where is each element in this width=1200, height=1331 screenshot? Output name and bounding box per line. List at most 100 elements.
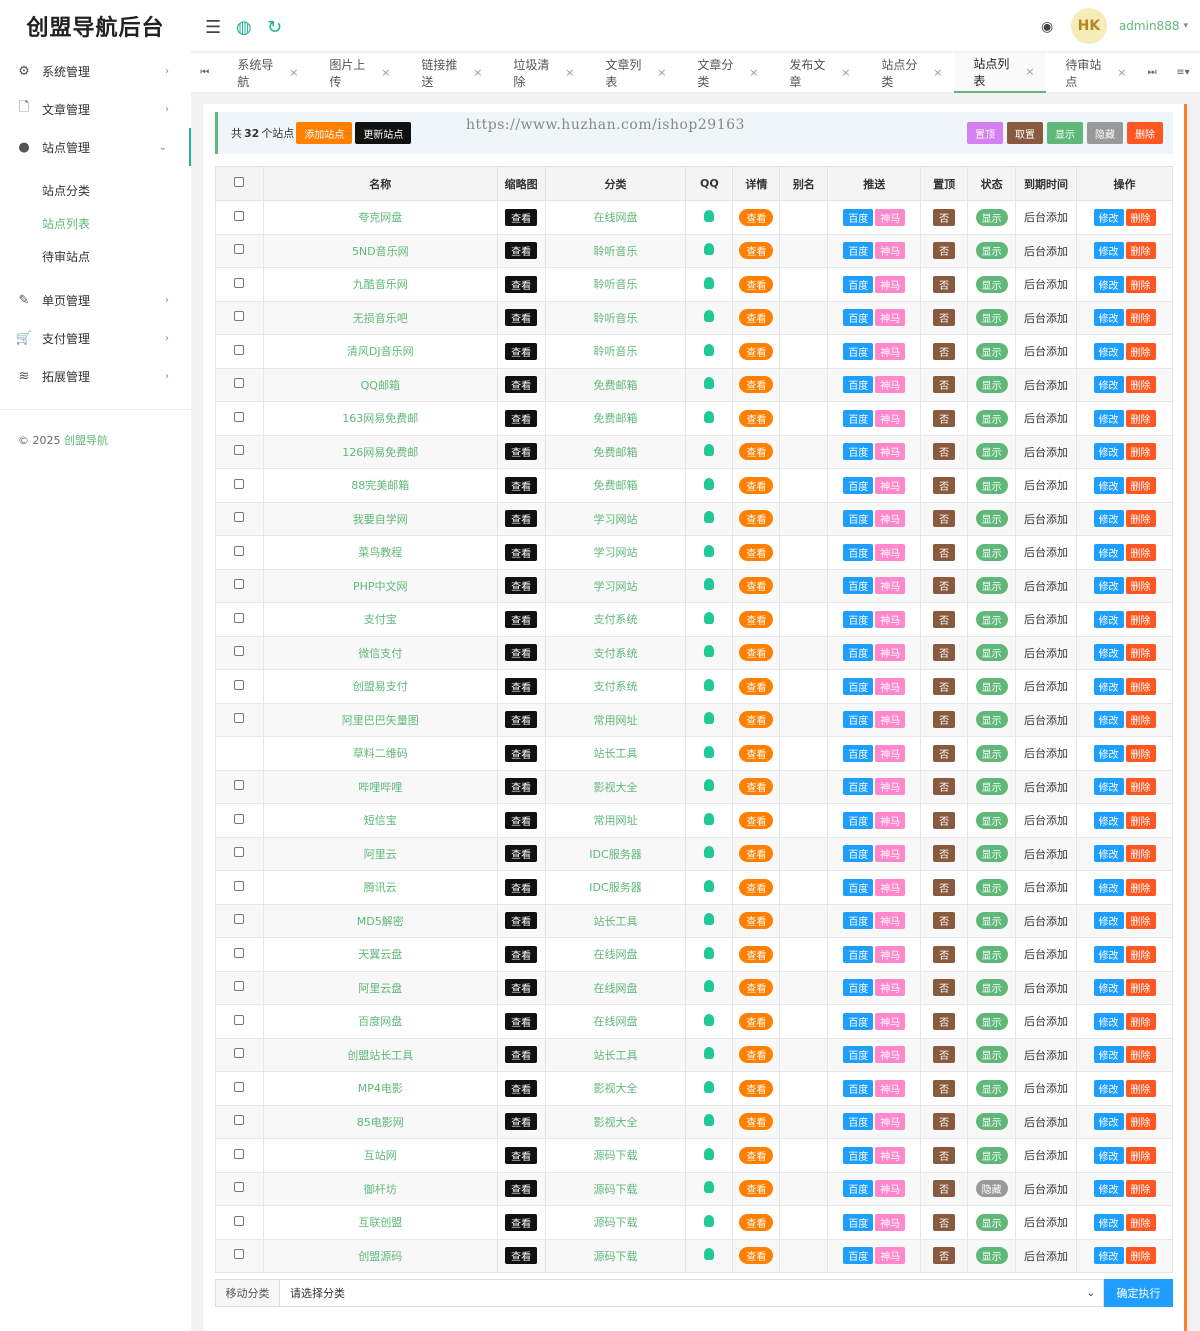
push-shenma-button[interactable]: 神马 [875,945,906,963]
category-link[interactable]: 源码下载 [594,1183,638,1196]
status-badge[interactable]: 显示 [975,577,1008,595]
row-checkbox[interactable] [234,378,245,389]
site-name-link[interactable]: 我要自学网 [353,513,408,526]
qq-icon[interactable] [704,812,715,825]
push-baidu-button[interactable]: 百度 [843,778,874,796]
sidebar-item-articles[interactable]: 🗋 文章管理 › [0,90,191,128]
status-badge[interactable]: 显示 [975,1247,1008,1265]
push-shenma-button[interactable]: 神马 [875,644,906,662]
view-details-button[interactable]: 查看 [739,1079,774,1097]
status-badge[interactable]: 显示 [975,979,1008,997]
view-thumbnail-button[interactable]: 查看 [505,979,538,997]
edit-button[interactable]: 修改 [1093,409,1124,427]
category-link[interactable]: 支付系统 [594,613,638,626]
view-details-button[interactable]: 查看 [739,945,774,963]
push-baidu-button[interactable]: 百度 [843,644,874,662]
edit-button[interactable]: 修改 [1093,242,1124,260]
view-thumbnail-button[interactable]: 查看 [505,577,538,595]
delete-button[interactable]: 删除 [1125,309,1156,327]
site-name-link[interactable]: 百度网盘 [358,1015,402,1028]
view-thumbnail-button[interactable]: 查看 [505,1146,538,1164]
category-link[interactable]: 影视大全 [594,781,638,794]
status-badge[interactable]: 显示 [975,510,1008,528]
view-thumbnail-button[interactable]: 查看 [505,878,538,896]
push-shenma-button[interactable]: 神马 [875,979,906,997]
status-badge[interactable]: 显示 [975,744,1008,762]
category-link[interactable]: IDC服务器 [589,848,641,861]
push-baidu-button[interactable]: 百度 [843,945,874,963]
close-icon[interactable]: × [289,66,298,79]
close-icon[interactable]: × [565,66,574,79]
site-name-link[interactable]: PHP中文网 [353,580,408,593]
status-badge[interactable]: 显示 [975,811,1008,829]
category-link[interactable]: 常用网址 [594,714,638,727]
edit-button[interactable]: 修改 [1093,1113,1124,1131]
execute-button[interactable]: 确定执行 [1104,1279,1173,1307]
delete-button[interactable]: 删除 [1125,409,1156,427]
qq-icon[interactable] [704,946,715,959]
sidebar-item-pages[interactable]: ✎ 单页管理 › [0,281,191,319]
sidebar-subitem-pending-sites[interactable]: 待审站点 [0,240,191,273]
qq-icon[interactable] [704,879,715,892]
top-toggle[interactable]: 否 [933,208,956,226]
edit-button[interactable]: 修改 [1093,711,1124,729]
view-thumbnail-button[interactable]: 查看 [505,610,538,628]
push-baidu-button[interactable]: 百度 [843,1046,874,1064]
qq-icon[interactable] [704,1047,715,1060]
close-icon[interactable]: × [841,66,850,79]
top-toggle[interactable]: 否 [933,1012,956,1030]
refresh-icon[interactable]: ↻ [267,17,282,38]
status-badge[interactable]: 显示 [975,677,1008,695]
site-name-link[interactable]: 创盟站长工具 [347,1049,413,1062]
edit-button[interactable]: 修改 [1093,811,1124,829]
top-toggle[interactable]: 否 [933,443,956,461]
push-shenma-button[interactable]: 神马 [875,744,906,762]
batch-show-button[interactable]: 显示 [1047,122,1083,144]
qq-icon[interactable] [704,377,715,390]
category-link[interactable]: 免费邮箱 [594,479,638,492]
delete-button[interactable]: 删除 [1125,208,1156,226]
view-details-button[interactable]: 查看 [739,811,774,829]
row-checkbox[interactable] [234,545,245,556]
row-checkbox[interactable] [234,713,245,724]
view-thumbnail-button[interactable]: 查看 [505,1079,538,1097]
edit-button[interactable]: 修改 [1093,677,1124,695]
push-baidu-button[interactable]: 百度 [843,1247,874,1265]
delete-button[interactable]: 删除 [1125,1213,1156,1231]
category-link[interactable]: 支付系统 [594,647,638,660]
category-link[interactable]: 免费邮箱 [594,412,638,425]
site-name-link[interactable]: MD5解密 [357,915,404,928]
view-details-button[interactable]: 查看 [739,208,774,226]
site-name-link[interactable]: 创盟源码 [358,1250,402,1263]
row-checkbox[interactable] [234,947,245,958]
push-shenma-button[interactable]: 神马 [875,577,906,595]
view-thumbnail-button[interactable]: 查看 [505,476,538,494]
view-thumbnail-button[interactable]: 查看 [505,208,538,226]
top-toggle[interactable]: 否 [933,1079,956,1097]
sidebar-item-sites[interactable]: ● 站点管理 ⌄ [0,128,191,166]
view-thumbnail-button[interactable]: 查看 [505,677,538,695]
row-checkbox[interactable] [234,445,245,456]
batch-delete-button[interactable]: 删除 [1127,122,1163,144]
push-baidu-button[interactable]: 百度 [843,443,874,461]
push-shenma-button[interactable]: 神马 [875,208,906,226]
delete-button[interactable]: 删除 [1125,1146,1156,1164]
close-icon[interactable]: × [749,66,758,79]
push-baidu-button[interactable]: 百度 [843,242,874,260]
push-shenma-button[interactable]: 神马 [875,443,906,461]
push-shenma-button[interactable]: 神马 [875,376,906,394]
update-site-button[interactable]: 更新站点 [355,122,412,144]
close-icon[interactable]: × [1117,66,1126,79]
view-thumbnail-button[interactable]: 查看 [505,1213,538,1231]
push-shenma-button[interactable]: 神马 [875,409,906,427]
delete-button[interactable]: 删除 [1125,677,1156,695]
qq-icon[interactable] [704,745,715,758]
status-badge[interactable]: 显示 [975,1146,1008,1164]
view-details-button[interactable]: 查看 [739,1113,774,1131]
delete-button[interactable]: 删除 [1125,342,1156,360]
push-baidu-button[interactable]: 百度 [843,309,874,327]
qq-icon[interactable] [704,209,715,222]
push-baidu-button[interactable]: 百度 [843,610,874,628]
sidebar-subitem-site-categories[interactable]: 站点分类 [0,174,191,207]
tab-options-icon[interactable]: ≡▾ [1166,53,1200,93]
